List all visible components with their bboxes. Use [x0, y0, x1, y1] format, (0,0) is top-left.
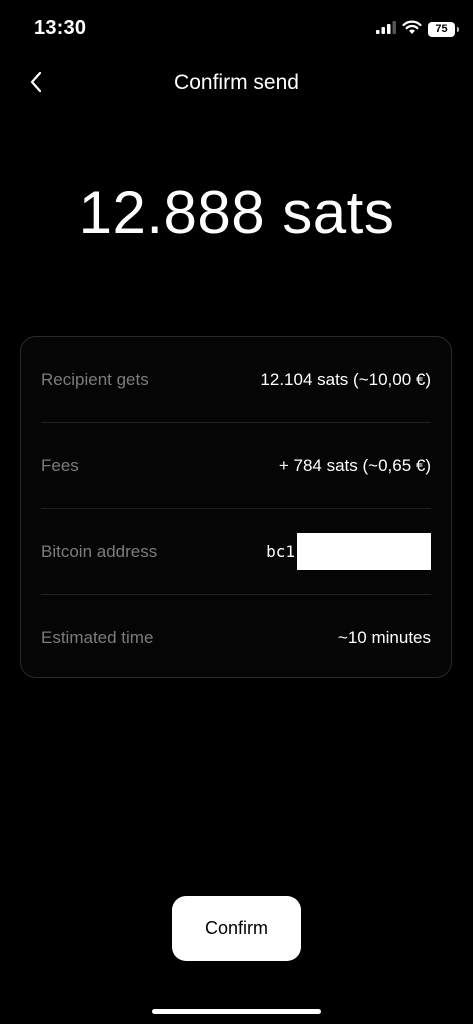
page-title: Confirm send — [174, 71, 299, 94]
bitcoin-address-value: bc1 — [266, 533, 431, 570]
status-bar: 13:30 75 — [0, 0, 473, 56]
send-amount: 12.888 sats — [78, 179, 395, 246]
fees-row: Fees + 784 sats (~0,65 €) — [41, 423, 431, 508]
fees-label: Fees — [41, 455, 79, 475]
battery-icon: 75 — [428, 22, 459, 37]
cellular-signal-icon — [376, 20, 396, 39]
status-icons: 75 — [376, 20, 459, 39]
recipient-gets-value: 12.104 sats (~10,00 €) — [260, 369, 431, 389]
recipient-gets-row: Recipient gets 12.104 sats (~10,00 €) — [41, 337, 431, 422]
estimated-time-value: ~10 minutes — [337, 627, 431, 647]
confirm-button[interactable]: Confirm — [172, 896, 301, 961]
home-indicator — [152, 1009, 321, 1014]
bitcoin-address-prefix: bc1 — [266, 542, 295, 561]
estimated-time-label: Estimated time — [41, 627, 154, 647]
recipient-gets-label: Recipient gets — [41, 369, 149, 389]
wifi-icon — [402, 20, 422, 39]
header: Confirm send — [0, 58, 473, 110]
transaction-details-card: Recipient gets 12.104 sats (~10,00 €) Fe… — [20, 336, 452, 678]
status-time: 13:30 — [34, 17, 87, 39]
estimated-time-row: Estimated time ~10 minutes — [41, 595, 431, 680]
redacted-address-block — [297, 533, 431, 570]
bitcoin-address-label: Bitcoin address — [41, 541, 158, 561]
bitcoin-address-row: Bitcoin address bc1 — [41, 509, 431, 594]
fees-value: + 784 sats (~0,65 €) — [278, 455, 431, 475]
